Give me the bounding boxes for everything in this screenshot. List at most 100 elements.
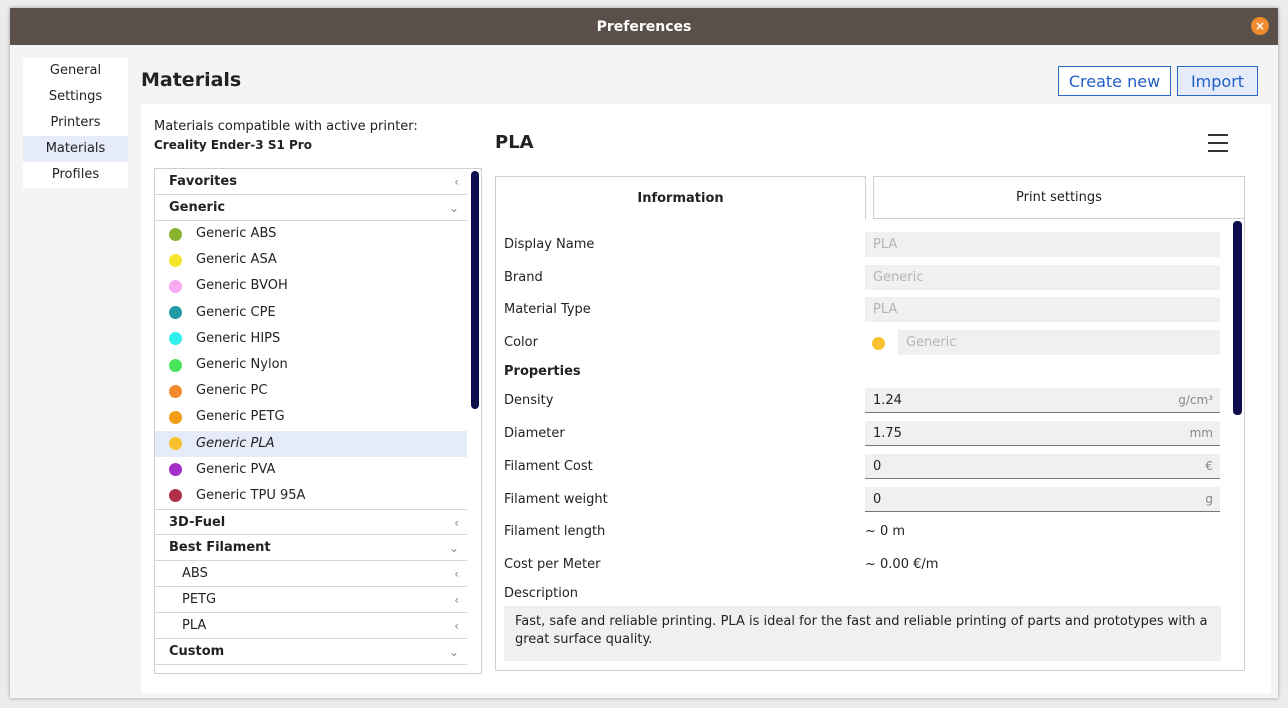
material-list-scrollbar[interactable] — [471, 171, 479, 409]
material-color-dot — [169, 437, 182, 451]
material-color-dot — [169, 332, 182, 346]
material-item-label: Generic PETG — [196, 409, 285, 425]
material-color-dot — [169, 253, 182, 267]
cost-unit: € — [1205, 459, 1213, 473]
description-text[interactable]: Fast, safe and reliable printing. PLA is… — [504, 606, 1221, 661]
materials-panel: Materials compatible with active printer… — [141, 104, 1271, 693]
category-label: Best Filament — [169, 540, 271, 556]
tab-print-settings[interactable]: Print settings — [873, 176, 1245, 219]
subcategory-label: PLA — [182, 618, 207, 634]
chevron-down-icon: ⌄ — [448, 645, 459, 660]
cost-per-meter-label: Cost per Meter — [504, 557, 601, 572]
material-item-label: Generic TPU 95A — [196, 487, 306, 503]
material-list-item[interactable]: Generic PVA — [155, 457, 467, 483]
brand-label: Brand — [504, 270, 543, 285]
category-label: 3D-Fuel — [169, 515, 226, 531]
title-bar: Preferences × — [10, 8, 1278, 45]
create-new-button[interactable]: Create new — [1058, 66, 1171, 96]
category-3d-fuel[interactable]: 3D-Fuel ‹ — [155, 509, 467, 536]
filament-length-label: Filament length — [504, 524, 606, 539]
material-item-label: Generic BVOH — [196, 278, 288, 294]
nav-item-profiles[interactable]: Profiles — [23, 162, 128, 188]
density-value: 1.24 — [873, 393, 902, 408]
properties-heading: Properties — [504, 364, 581, 379]
material-list-item[interactable]: Generic ABS — [155, 221, 467, 247]
subcategory-label: PETG — [182, 592, 217, 608]
diameter-unit: mm — [1189, 426, 1213, 440]
sidebar-nav: General Settings Printers Materials Prof… — [23, 58, 128, 188]
nav-item-printers[interactable]: Printers — [23, 110, 128, 136]
chevron-left-icon: ‹ — [454, 175, 459, 189]
category-label: Generic — [169, 200, 226, 215]
filament-cost-input[interactable]: 0 € — [865, 454, 1220, 479]
category-generic[interactable]: Generic ⌄ — [155, 195, 467, 221]
density-input[interactable]: 1.24 g/cm³ — [865, 388, 1220, 413]
material-list-item[interactable]: Generic TPU 95A — [155, 483, 467, 509]
filament-weight-label: Filament weight — [504, 492, 608, 507]
material-list-item[interactable]: Generic PETG — [155, 404, 467, 430]
preferences-content: General Settings Printers Materials Prof… — [10, 45, 1278, 698]
chevron-left-icon: ‹ — [454, 619, 459, 634]
material-list-item[interactable]: Generic CPE — [155, 300, 467, 326]
brand-field: Generic — [865, 265, 1220, 290]
description-label: Description — [504, 586, 579, 601]
chevron-down-icon: ⌄ — [448, 541, 459, 556]
material-color-dot — [169, 306, 182, 320]
information-tab-content: Display Name PLA Brand Generic Material … — [495, 219, 1245, 671]
material-list[interactable]: Favorites ‹ Generic ⌄ Generic ABS Generic… — [154, 168, 482, 674]
chevron-left-icon: ‹ — [454, 567, 459, 582]
material-item-label: Generic PVA — [196, 461, 276, 477]
diameter-value: 1.75 — [873, 426, 902, 441]
filament-weight-value: 0 — [873, 492, 882, 507]
category-label: Custom — [169, 644, 225, 660]
material-list-item[interactable]: Generic PLA — [155, 430, 467, 457]
material-list-item[interactable]: Generic HIPS — [155, 326, 467, 352]
color-swatch[interactable] — [872, 337, 885, 350]
page-title: Materials — [141, 69, 242, 91]
menu-icon[interactable] — [1208, 134, 1228, 152]
material-color-dot — [169, 227, 182, 241]
subcategory-pla[interactable]: PLA ‹ — [155, 613, 467, 640]
diameter-label: Diameter — [504, 426, 565, 441]
material-type-label: Material Type — [504, 302, 591, 317]
nav-item-settings[interactable]: Settings — [23, 84, 128, 110]
material-color-dot — [169, 463, 182, 477]
close-icon[interactable]: × — [1251, 17, 1269, 35]
category-best-filament[interactable]: Best Filament ⌄ — [155, 535, 467, 562]
cost-per-meter-value: ~ 0.00 €/m — [865, 557, 939, 572]
category-custom[interactable]: Custom ⌄ — [155, 639, 467, 666]
material-list-item[interactable]: Generic BVOH — [155, 273, 467, 299]
color-label: Color — [504, 335, 538, 350]
generic-items: Generic ABS Generic ASA Generic BVOH Generi… — [155, 221, 481, 509]
window-title: Preferences — [596, 18, 692, 35]
material-item-label: Generic HIPS — [196, 330, 281, 346]
material-list-item[interactable]: Generic Nylon — [155, 352, 467, 378]
material-item-label: Generic ABS — [196, 226, 277, 242]
filament-weight-input[interactable]: 0 g — [865, 487, 1220, 512]
subcategory-abs[interactable]: ABS ‹ — [155, 561, 467, 588]
tab-information[interactable]: Information — [495, 176, 866, 220]
filament-cost-value: 0 — [873, 459, 882, 474]
compat-label: Materials compatible with active printer… — [154, 119, 418, 134]
filament-cost-label: Filament Cost — [504, 459, 593, 474]
material-name-heading: PLA — [495, 132, 534, 153]
material-list-item[interactable]: Generic PC — [155, 378, 467, 404]
material-list-item[interactable]: Generic ASA — [155, 247, 467, 273]
material-color-dot — [169, 358, 182, 372]
category-label: Favorites — [169, 174, 237, 189]
import-button[interactable]: Import — [1177, 66, 1258, 96]
subcategory-petg[interactable]: PETG ‹ — [155, 587, 467, 614]
information-scrollbar[interactable] — [1233, 221, 1242, 415]
nav-item-materials[interactable]: Materials — [23, 136, 128, 162]
material-item-label: Generic PC — [196, 383, 268, 399]
material-item-label: Generic ASA — [196, 252, 277, 268]
material-color-dot — [169, 489, 182, 503]
material-color-dot — [169, 410, 182, 424]
nav-item-general[interactable]: General — [23, 58, 128, 84]
preferences-window: Preferences × General Settings Printers … — [10, 8, 1278, 698]
diameter-input[interactable]: 1.75 mm — [865, 421, 1220, 446]
category-favorites[interactable]: Favorites ‹ — [155, 169, 467, 195]
filament-length-value: ~ 0 m — [865, 524, 906, 539]
material-item-label: Generic PLA — [196, 435, 275, 451]
chevron-left-icon: ‹ — [454, 593, 459, 608]
